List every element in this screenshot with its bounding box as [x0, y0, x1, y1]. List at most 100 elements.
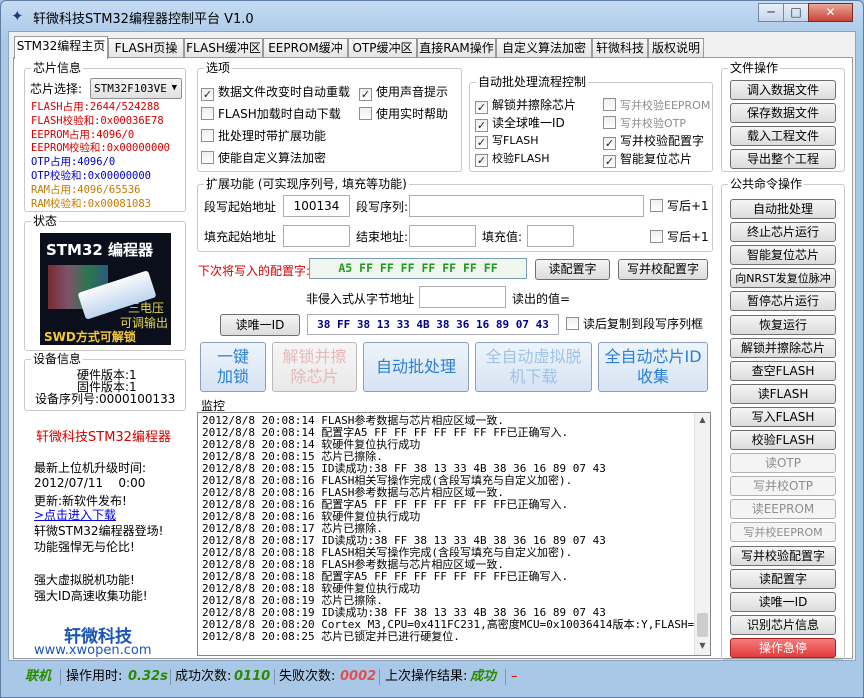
option-sound-label: 使用声音提示	[376, 85, 449, 99]
command-button[interactable]: 写并校OTP	[730, 476, 836, 497]
batch-write-eeprom-checkbox[interactable]	[603, 98, 616, 111]
option-batch-ext-checkbox[interactable]	[201, 129, 214, 142]
tab-flash-page[interactable]: FLASH页操作	[108, 38, 184, 73]
command-button[interactable]: 写并校EEPROM	[730, 522, 836, 543]
command-button[interactable]: 解锁并擦除芯片	[730, 337, 836, 358]
option-batch-ext[interactable]: 批处理时带扩展功能	[201, 129, 326, 143]
command-button[interactable]: 向NRST发复位脉冲	[730, 268, 836, 289]
batch-smart-reset-checkbox[interactable]: ✓	[603, 155, 616, 168]
nonintrusive-address-input[interactable]	[419, 286, 506, 308]
command-button[interactable]: 终止芯片运行	[730, 222, 836, 243]
tab-home[interactable]: STM32编程主页	[14, 36, 108, 59]
batch-write-config[interactable]: ✓ 写并校验配置字	[603, 134, 704, 150]
batch-read-uid-checkbox[interactable]: ✓	[475, 119, 488, 132]
command-button[interactable]: 写入FLASH	[730, 406, 836, 427]
option-auto-download-checkbox[interactable]	[201, 107, 214, 120]
command-button[interactable]: 智能复位芯片	[730, 245, 836, 266]
brand-url: www.xwopen.com	[34, 643, 152, 658]
batch-write-eeprom[interactable]: 写并校验EEPROM	[603, 98, 710, 113]
unlock-erase-big-button[interactable]: 解锁并擦 除芯片	[272, 342, 357, 392]
extension-title: 扩展功能 (可实现序列号, 填充等功能)	[204, 177, 409, 191]
read-config-button[interactable]: 读配置字	[535, 259, 610, 280]
batch-write-otp-label: 写并校验OTP	[620, 117, 687, 130]
scroll-thumb[interactable]	[697, 613, 708, 637]
fill-value-input[interactable]	[527, 225, 574, 247]
option-sound-checkbox[interactable]: ✓	[359, 88, 372, 101]
option-custom-encrypt[interactable]: 使能自定义算法加密	[201, 151, 326, 165]
one-key-lock-button[interactable]: 一键 加锁	[200, 342, 266, 392]
command-button[interactable]: 恢复运行	[730, 314, 836, 335]
batch-write-flash[interactable]: ✓ 写FLASH	[475, 134, 539, 149]
auto-id-collect-button[interactable]: 全自动芯片ID 收集	[598, 342, 708, 392]
load-data-file-button[interactable]: 调入数据文件	[730, 80, 836, 100]
batch-read-uid[interactable]: ✓ 读全球唯一ID	[475, 116, 565, 132]
command-button[interactable]: 读EEPROM	[730, 499, 836, 520]
command-button[interactable]: 识别芯片信息	[730, 614, 836, 635]
option-custom-encrypt-checkbox[interactable]	[201, 151, 214, 164]
batch-write-otp[interactable]: 写并校验OTP	[603, 116, 686, 131]
segment-write-plus1[interactable]: 写后+1	[650, 199, 709, 213]
tab-flash-buffer[interactable]: FLASH缓冲区	[184, 38, 263, 58]
tab-eeprom-buffer[interactable]: EEPROM缓冲区	[263, 38, 348, 73]
export-project-button[interactable]: 导出整个工程	[730, 149, 836, 169]
scroll-down-icon[interactable]: ▼	[697, 641, 708, 653]
auto-batch-big-button[interactable]: 自动批处理	[363, 342, 469, 392]
minimize-button[interactable]: ─	[758, 3, 784, 22]
command-button[interactable]: 写并校验配置字	[730, 545, 836, 566]
command-button[interactable]: 校验FLASH	[730, 430, 836, 450]
tab-ram-ops[interactable]: 直接RAM操作	[417, 38, 496, 58]
scroll-up-icon[interactable]: ▲	[697, 415, 708, 427]
batch-smart-reset-label: 智能复位芯片	[620, 152, 693, 166]
batch-unlock-erase-checkbox[interactable]: ✓	[475, 101, 488, 114]
segment-write-plus1-checkbox[interactable]	[650, 199, 663, 212]
option-auto-download[interactable]: FLASH加载时自动下载	[201, 107, 341, 121]
save-data-file-button[interactable]: 保存数据文件	[730, 103, 836, 123]
maximize-button[interactable]: □	[783, 3, 809, 22]
command-button[interactable]: 读OTP	[730, 453, 836, 474]
tab-xuanwei[interactable]: 轩微科技	[592, 38, 648, 58]
batch-unlock-erase[interactable]: ✓ 解锁并擦除芯片	[475, 98, 576, 114]
write-config-button[interactable]: 写并校配置字	[618, 259, 708, 280]
virtual-offline-download-button[interactable]: 全自动虚拟脱 机下载	[475, 342, 592, 392]
tab-copyright[interactable]: 版权说明	[648, 38, 704, 58]
copy-to-sequence[interactable]: 读后复制到段写序列框	[566, 317, 703, 331]
command-button[interactable]: 读配置字	[730, 568, 836, 589]
close-button[interactable]: ✕	[808, 3, 853, 22]
command-button[interactable]: 暂停芯片运行	[730, 291, 836, 312]
monitor-log[interactable]: 2012/8/8 20:08:14 FLASH参考数据与芯片相应区域一致. 201…	[197, 412, 711, 656]
tab-custom-encrypt[interactable]: 自定义算法加密	[496, 38, 592, 58]
load-project-button[interactable]: 载入工程文件	[730, 126, 836, 146]
monitor-scrollbar[interactable]: ▲ ▼	[694, 413, 710, 655]
segment-sequence-input[interactable]	[409, 195, 644, 217]
read-uid-button[interactable]: 读唯一ID	[220, 314, 300, 336]
fill-start-input[interactable]	[283, 225, 350, 247]
copy-to-sequence-checkbox[interactable]	[566, 317, 579, 330]
command-button[interactable]: 操作急停	[730, 637, 836, 658]
segment-start-input[interactable]: 100134	[283, 195, 350, 217]
end-address-input[interactable]	[409, 225, 476, 247]
option-realtime-help[interactable]: 使用实时帮助	[359, 107, 448, 121]
option-realtime-help-checkbox[interactable]	[359, 107, 372, 120]
option-auto-reload-checkbox[interactable]: ✓	[201, 88, 214, 101]
batch-write-config-checkbox[interactable]: ✓	[603, 137, 616, 150]
command-button[interactable]: 查空FLASH	[730, 360, 836, 381]
chip-select-label: 芯片选择:	[30, 82, 83, 96]
command-button[interactable]: 读唯一ID	[730, 591, 836, 612]
option-sound[interactable]: ✓ 使用声音提示	[359, 85, 448, 101]
batch-verify-flash-checkbox[interactable]: ✓	[475, 154, 488, 167]
batch-verify-flash[interactable]: ✓ 校验FLASH	[475, 152, 550, 167]
batch-smart-reset[interactable]: ✓ 智能复位芯片	[603, 152, 692, 168]
option-auto-reload[interactable]: ✓ 数据文件改变时自动重载	[201, 85, 350, 101]
command-button[interactable]: 自动批处理	[730, 199, 836, 219]
title-bar[interactable]: ✦ 轩微科技STM32编程器控制平台 V1.0 ─ □ ✕	[1, 1, 863, 31]
chip-select-dropdown[interactable]: STM32F103VE ▼	[90, 78, 182, 99]
download-link[interactable]: >点击进入下载	[34, 506, 116, 523]
device-info-title: 设备信息	[31, 352, 84, 366]
batch-write-otp-checkbox[interactable]	[603, 116, 616, 129]
batch-write-flash-checkbox[interactable]: ✓	[475, 136, 488, 149]
tab-otp-buffer[interactable]: OTP缓冲区	[348, 38, 417, 58]
fill-write-plus1-checkbox[interactable]	[650, 230, 663, 243]
fill-write-plus1[interactable]: 写后+1	[650, 230, 709, 244]
command-button[interactable]: 读FLASH	[730, 383, 836, 404]
config-word-value[interactable]: A5 FF FF FF FF FF FF FF	[309, 258, 527, 279]
